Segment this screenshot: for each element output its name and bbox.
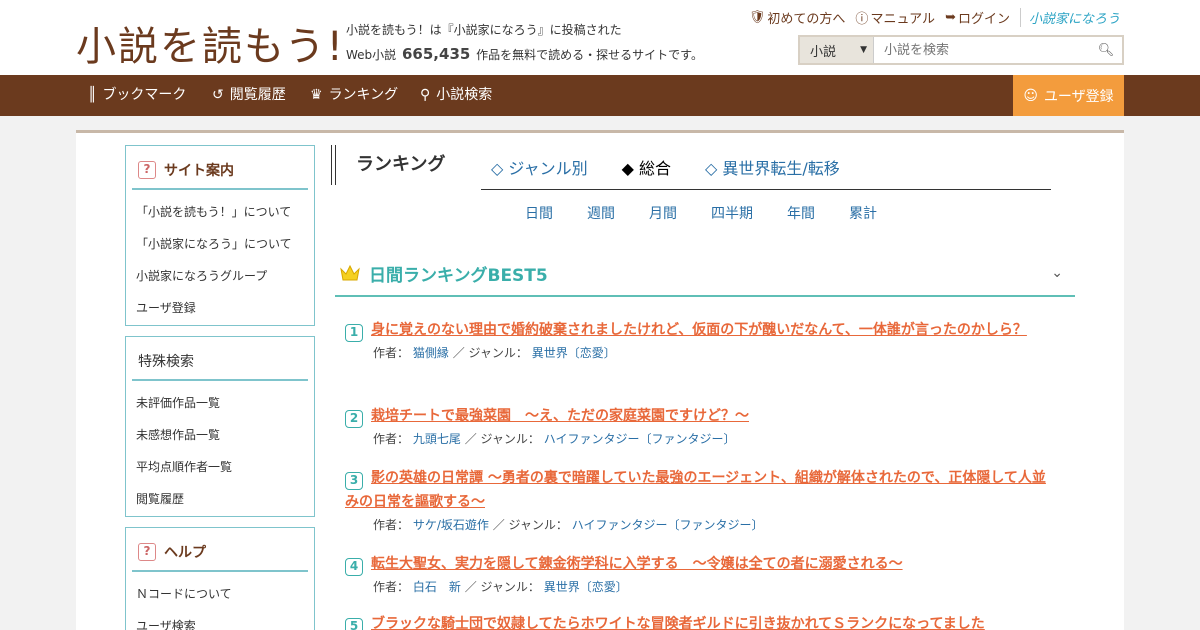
- sidebox-special-search: 特殊検索 未評価作品一覧 未感想作品一覧 平均点順作者一覧 閲覧履歴: [125, 336, 315, 517]
- period-monthly[interactable]: 月間: [649, 203, 677, 223]
- history-icon: ↺: [212, 87, 224, 103]
- search-input[interactable]: [874, 37, 1090, 63]
- author-link[interactable]: 白石 新: [413, 580, 461, 594]
- books-icon: ║: [88, 87, 97, 103]
- novel-title-link[interactable]: 4 転生大聖女、実力を隠して錬金術学科に入学する ～令嬢は全ての者に溺愛される～: [345, 552, 1055, 576]
- item-meta: 作者： 白石 新 ／ ジャンル： 異世界〔恋愛〕: [373, 580, 628, 594]
- crown-icon: [340, 264, 360, 281]
- item-meta: 作者： 九頭七尾 ／ ジャンル： ハイファンタジー〔ファンタジー〕: [373, 432, 736, 446]
- genre-link[interactable]: ハイファンタジー〔ファンタジー〕: [544, 432, 736, 446]
- shield-icon: 🛡︎: [748, 10, 766, 25]
- crown-icon: ♛: [310, 87, 323, 103]
- period-daily[interactable]: 日間: [525, 203, 553, 223]
- item-meta: 作者： サケ/坂石遊作 ／ ジャンル： ハイファンタジー〔ファンタジー〕: [373, 518, 764, 532]
- ranking-item: 5 ブラックな騎士団で奴隷してたらホワイトな冒険者ギルドに引き抜かれてＳランクにな…: [345, 612, 1055, 630]
- sidebar-link[interactable]: 小説家になろうグループ: [136, 260, 304, 292]
- sidebar-link[interactable]: 閲覧履歴: [136, 483, 304, 515]
- login-icon: ➥: [945, 10, 956, 25]
- period-weekly[interactable]: 週間: [587, 203, 615, 223]
- ranking-item: 2 栽培チートで最強菜園 ～え、ただの家庭菜園ですけど？～ 作者： 九頭七尾 ／ …: [345, 404, 1055, 450]
- manual-link[interactable]: ⓘ マニュアル: [855, 8, 935, 27]
- nav-bookmark[interactable]: ║ ブックマーク: [88, 75, 186, 116]
- best5-title: 日間ランキングBEST5: [369, 265, 548, 286]
- sidebar-link[interactable]: 未評価作品一覧: [136, 387, 304, 419]
- novel-title-link[interactable]: 3 影の英雄の日常譚 ～勇者の裏で暗躍していた最強のエージェント、組織が解体された…: [345, 466, 1055, 514]
- sidebox-title: ? サイト案内: [132, 152, 308, 190]
- nav-history[interactable]: ↺ 閲覧履歴: [212, 75, 286, 116]
- rank-number: 2: [345, 410, 363, 428]
- top-links: 🛡︎ 初めての方へ ⓘ マニュアル ➥ ログイン 小説家になろう: [749, 8, 1120, 27]
- search-icon: 🔍︎: [1097, 42, 1115, 58]
- site-header: 小説を読もう! 小説を読もう！は『小説家になろう』に投稿された Web小説 66…: [0, 0, 1200, 75]
- login-link[interactable]: ➥ ログイン: [945, 8, 1010, 27]
- genre-link[interactable]: ハイファンタジー〔ファンタジー〕: [572, 518, 764, 532]
- ranking-item: 4 転生大聖女、実力を隠して錬金術学科に入学する ～令嬢は全ての者に溺愛される～ …: [345, 552, 1055, 598]
- tagline-line1: 小説を読もう！は『小説家になろう』に投稿された: [346, 23, 622, 37]
- sidebar-link[interactable]: 「小説家になろう」について: [136, 228, 304, 260]
- author-link[interactable]: 九頭七尾: [413, 432, 461, 446]
- caret-down-icon: ▼: [860, 45, 867, 55]
- beginner-link[interactable]: 🛡︎ 初めての方へ: [749, 8, 846, 27]
- sidebar-link[interactable]: 平均点順作者一覧: [136, 451, 304, 483]
- sidebar-link[interactable]: ユーザ登録: [136, 292, 304, 324]
- sidebar-link[interactable]: ユーザ検索: [136, 610, 304, 630]
- rank-number: 1: [345, 324, 363, 342]
- search-box: 小説▼ 🔍︎: [798, 35, 1124, 65]
- search-button[interactable]: 🔍︎: [1090, 37, 1122, 63]
- sidebox-help: ? ヘルプ Ｎコードについて ユーザ検索: [125, 527, 315, 630]
- content-area: ? サイト案内 「小説を読もう！」について 「小説家になろう」について 小説家にな…: [76, 130, 1124, 630]
- narou-brand-link[interactable]: 小説家になろう: [1019, 8, 1120, 27]
- novel-count: 665,435: [402, 45, 471, 63]
- question-icon: ?: [138, 543, 156, 561]
- novel-title-link[interactable]: 2 栽培チートで最強菜園 ～え、ただの家庭菜園ですけど？～: [345, 404, 1055, 428]
- rank-number: 5: [345, 618, 363, 630]
- nav-search[interactable]: ⚲ 小説検索: [420, 75, 492, 116]
- author-link[interactable]: サケ/坂石遊作: [413, 518, 489, 532]
- ranking-item: 1 身に覚えのない理由で婚約破棄されましたけれど、仮面の下が醜いだなんて、一体誰が…: [345, 318, 1055, 364]
- nav-ranking[interactable]: ♛ ランキング: [310, 75, 398, 116]
- period-total[interactable]: 累計: [849, 203, 877, 223]
- chevron-down-icon[interactable]: ⌄: [1051, 265, 1063, 281]
- genre-link[interactable]: 異世界〔恋愛〕: [544, 580, 628, 594]
- best5-header[interactable]: 日間ランキングBEST5 ⌄: [335, 251, 1075, 297]
- ranking-tabs: ◇ ジャンル別 ◆ 総合 ◇ 異世界転生/転移: [481, 145, 1051, 190]
- tagline-line2: Web小説 665,435 作品を無料で読める・探せるサイトです。: [346, 45, 703, 63]
- sidebar-link[interactable]: 「小説を読もう！」について: [136, 196, 304, 228]
- user-icon: ☺: [1023, 87, 1038, 104]
- site-logo[interactable]: 小説を読もう!: [76, 14, 345, 72]
- tab-isekai[interactable]: ◇ 異世界転生/転移: [705, 155, 840, 179]
- period-quarterly[interactable]: 四半期: [711, 203, 753, 223]
- tab-overall[interactable]: ◆ 総合: [622, 155, 671, 179]
- help-circle-icon: ⓘ: [855, 12, 869, 27]
- period-links: 日間 週間 月間 四半期 年間 累計: [525, 203, 877, 223]
- novel-title-link[interactable]: 5 ブラックな騎士団で奴隷してたらホワイトな冒険者ギルドに引き抜かれてＳランクにな…: [345, 612, 1055, 630]
- tab-genre[interactable]: ◇ ジャンル別: [491, 155, 588, 179]
- ranking-heading: ランキング: [335, 145, 445, 185]
- author-link[interactable]: 猫側縁: [413, 346, 449, 360]
- genre-link[interactable]: 異世界〔恋愛〕: [532, 346, 616, 360]
- sidebox-site-guide: ? サイト案内 「小説を読もう！」について 「小説家になろう」について 小説家にな…: [125, 145, 315, 326]
- sidebar-link[interactable]: 未感想作品一覧: [136, 419, 304, 451]
- period-yearly[interactable]: 年間: [787, 203, 815, 223]
- sidebox-title: ? ヘルプ: [132, 534, 308, 572]
- main-nav: ║ ブックマーク ↺ 閲覧履歴 ♛ ランキング ⚲ 小説検索 ☺ ユーザ登録: [0, 75, 1200, 116]
- ranking-item: 3 影の英雄の日常譚 ～勇者の裏で暗躍していた最強のエージェント、組織が解体された…: [345, 466, 1055, 536]
- search-icon: ⚲: [420, 87, 431, 103]
- question-icon: ?: [138, 161, 156, 179]
- user-register-button[interactable]: ☺ ユーザ登録: [1013, 75, 1124, 116]
- sidebar-link[interactable]: Ｎコードについて: [136, 578, 304, 610]
- search-type-select[interactable]: 小説 ▼: [800, 37, 874, 63]
- site-tagline: 小説を読もう！は『小説家になろう』に投稿された Web小説 665,435 作品…: [346, 18, 703, 67]
- rank-number: 3: [345, 472, 363, 490]
- novel-title-link[interactable]: 1 身に覚えのない理由で婚約破棄されましたけれど、仮面の下が醜いだなんて、一体誰が…: [345, 318, 1055, 342]
- rank-number: 4: [345, 558, 363, 576]
- item-meta: 作者： 猫側縁 ／ ジャンル： 異世界〔恋愛〕: [373, 346, 616, 360]
- sidebox-title: 特殊検索: [132, 343, 308, 381]
